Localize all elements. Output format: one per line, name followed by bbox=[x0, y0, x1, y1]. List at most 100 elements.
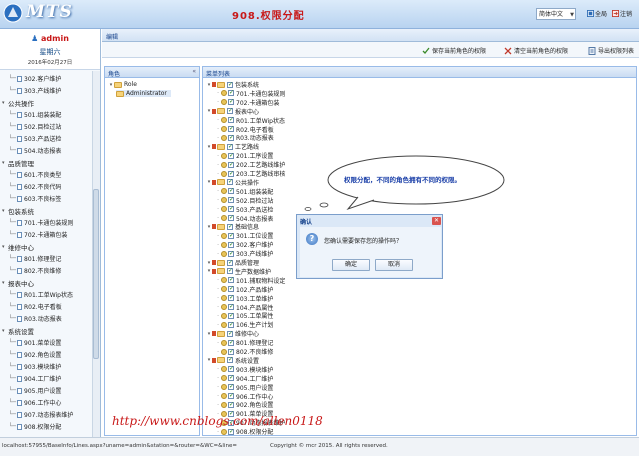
permission-item[interactable]: ·801.修理登记 bbox=[215, 338, 273, 348]
sidebar-item[interactable]: └─ 601.不良类型 bbox=[6, 170, 62, 179]
checkbox[interactable] bbox=[228, 285, 234, 293]
sidebar-group[interactable]: ▾ 报表中心 bbox=[2, 278, 34, 288]
checkbox[interactable] bbox=[228, 205, 234, 213]
checkbox[interactable] bbox=[228, 196, 234, 204]
sidebar-item[interactable]: └─ 603.不良标签 bbox=[6, 194, 62, 203]
permission-item[interactable]: ·104.产品属性 bbox=[215, 303, 273, 312]
sidebar-group[interactable]: ▾ 品质管理 bbox=[2, 158, 34, 168]
permission-item[interactable]: ·203.工艺路线审核 bbox=[215, 169, 285, 179]
checkbox[interactable] bbox=[228, 152, 234, 159]
sidebar-item[interactable]: └─ 303.产线维护 bbox=[6, 86, 62, 95]
sidebar-item[interactable]: └─ 702.卡通箱包装 bbox=[6, 230, 68, 239]
sidebar-item[interactable]: └─ 802.不良维修 bbox=[6, 266, 62, 275]
checkbox[interactable] bbox=[227, 178, 233, 186]
checkbox[interactable] bbox=[228, 187, 234, 195]
permission-item[interactable]: ·101.捕取物料设定 bbox=[215, 276, 285, 285]
permission-item[interactable]: ·905.用户设置 bbox=[215, 383, 273, 392]
close-icon[interactable]: ✕ bbox=[432, 217, 441, 225]
checkbox[interactable] bbox=[228, 170, 234, 177]
sidebar-item[interactable]: └─ 504.动态报表 bbox=[6, 146, 62, 155]
clear-permissions-button[interactable]: 清空当前角色的权限 bbox=[504, 46, 568, 55]
permission-item[interactable]: ·701.卡通包装规则 bbox=[215, 89, 285, 98]
permission-item[interactable]: ·504.动态报表 bbox=[215, 214, 273, 223]
checkbox[interactable] bbox=[228, 365, 234, 373]
permission-item[interactable]: ·102.产品维护 bbox=[215, 285, 273, 294]
permission-group[interactable]: ▾品质管理 bbox=[206, 258, 259, 268]
checkbox[interactable] bbox=[228, 392, 234, 399]
checkbox[interactable] bbox=[228, 98, 234, 106]
checkbox[interactable] bbox=[228, 161, 234, 168]
permission-item[interactable]: ·802.不良维修 bbox=[215, 347, 273, 357]
sidebar-item[interactable]: └─ R03.动态报表 bbox=[6, 314, 62, 323]
checkbox[interactable] bbox=[228, 428, 234, 435]
permission-item[interactable]: ·502.目检过站 bbox=[215, 196, 273, 205]
permission-item[interactable]: ·103.工单维护 bbox=[215, 294, 273, 303]
sidebar-item[interactable]: └─ 902.角色设置 bbox=[6, 350, 62, 359]
sidebar-group[interactable]: ▾ 包装系统 bbox=[2, 206, 34, 216]
permission-group[interactable]: ▾生产数据维护 bbox=[206, 267, 271, 276]
sidebar-item[interactable]: └─ 503.产品送检 bbox=[6, 134, 62, 143]
checkbox[interactable] bbox=[227, 143, 233, 150]
permission-item[interactable]: ·R01.工单Wip状态 bbox=[215, 116, 285, 125]
save-permissions-button[interactable]: 保存当前角色的权限 bbox=[422, 46, 486, 55]
permission-item[interactable]: ·301.工位设置 bbox=[215, 231, 273, 241]
sidebar-item[interactable]: └─ 903.模块维护 bbox=[6, 362, 62, 371]
checkbox[interactable] bbox=[228, 134, 234, 141]
checkbox[interactable] bbox=[228, 116, 234, 124]
sidebar-item[interactable]: └─ 302.客户维护 bbox=[6, 74, 62, 83]
sidebar-group[interactable]: ▾ 系统设置 bbox=[2, 326, 34, 336]
collapse-icon[interactable]: « bbox=[192, 68, 196, 75]
checkbox[interactable] bbox=[228, 232, 234, 239]
checkbox[interactable] bbox=[228, 339, 234, 346]
checkbox[interactable] bbox=[227, 330, 233, 337]
checkbox[interactable] bbox=[228, 312, 234, 319]
checkbox[interactable] bbox=[227, 107, 233, 115]
permission-group[interactable]: ▾维修中心 bbox=[206, 329, 259, 339]
sidebar-item[interactable]: └─ 602.不良代码 bbox=[6, 182, 62, 191]
checkbox[interactable] bbox=[227, 223, 233, 230]
permission-item[interactable]: ·105.工单属性 bbox=[215, 311, 273, 321]
permission-group[interactable]: ▾包装系统 bbox=[206, 80, 259, 90]
ok-button[interactable]: 确定 bbox=[332, 259, 370, 271]
sidebar-item[interactable]: └─ 904.工厂维护 bbox=[6, 374, 62, 383]
export-permissions-button[interactable]: 导出权限列表 bbox=[588, 46, 634, 55]
permission-item[interactable]: ·R02.电子看板 bbox=[215, 125, 274, 134]
permission-item[interactable]: ·904.工厂维护 bbox=[215, 374, 273, 383]
sidebar-item[interactable]: └─ 905.用户设置 bbox=[6, 386, 62, 395]
sidebar-group[interactable]: ▾ 公共操作 bbox=[2, 98, 34, 108]
permission-item[interactable]: ·R03.动态报表 bbox=[215, 133, 274, 143]
permission-item[interactable]: ·903.模块维护 bbox=[215, 365, 273, 374]
checkbox[interactable] bbox=[227, 81, 233, 88]
checkbox[interactable] bbox=[228, 89, 234, 97]
sidebar-item[interactable]: └─ 901.菜单设置 bbox=[6, 338, 62, 347]
checkbox[interactable] bbox=[228, 303, 234, 310]
permission-item[interactable]: ·702.卡通箱包装 bbox=[215, 98, 279, 107]
checkbox[interactable] bbox=[228, 401, 234, 408]
permission-group[interactable]: ▾基础信息 bbox=[206, 222, 259, 232]
checkbox[interactable] bbox=[228, 276, 234, 284]
permission-item[interactable]: ·201.工序设置 bbox=[215, 151, 273, 161]
sidebar-group[interactable]: ▾ 维修中心 bbox=[2, 242, 34, 252]
checkbox[interactable] bbox=[227, 356, 233, 364]
permission-item[interactable]: ·302.客户维护 bbox=[215, 240, 273, 250]
permission-item[interactable]: ·908.权限分配 bbox=[215, 427, 273, 435]
permission-group[interactable]: ▾系统设置 bbox=[206, 356, 259, 365]
permission-item[interactable]: ·501.组装装配 bbox=[215, 187, 273, 196]
checkbox[interactable] bbox=[228, 383, 234, 391]
cancel-button[interactable]: 取消 bbox=[375, 259, 413, 271]
language-select[interactable]: 简体中文 ▼ bbox=[536, 8, 576, 20]
permission-group[interactable]: ▾报表中心 bbox=[206, 107, 259, 116]
sidebar-item[interactable]: └─ 701.卡通包装规则 bbox=[6, 218, 74, 227]
permission-item[interactable]: ·906.工作中心 bbox=[215, 392, 273, 401]
sidebar-item[interactable]: └─ 906.工作中心 bbox=[6, 398, 62, 407]
permission-item[interactable]: ·202.工艺路线维护 bbox=[215, 160, 285, 170]
checkbox[interactable] bbox=[227, 267, 233, 275]
permission-item[interactable]: ·303.产线维护 bbox=[215, 249, 273, 259]
permission-item[interactable]: ·902.角色设置 bbox=[215, 400, 273, 410]
checkbox[interactable] bbox=[228, 294, 234, 302]
sidebar-item[interactable]: └─ 502.目检过站 bbox=[6, 122, 62, 131]
logout-button[interactable]: 注销 bbox=[612, 9, 632, 18]
sidebar-item[interactable]: └─ R02.电子看板 bbox=[6, 302, 62, 311]
permission-group[interactable]: ▾公共操作 bbox=[206, 178, 259, 187]
permission-group[interactable]: ▾工艺路线 bbox=[206, 142, 259, 152]
